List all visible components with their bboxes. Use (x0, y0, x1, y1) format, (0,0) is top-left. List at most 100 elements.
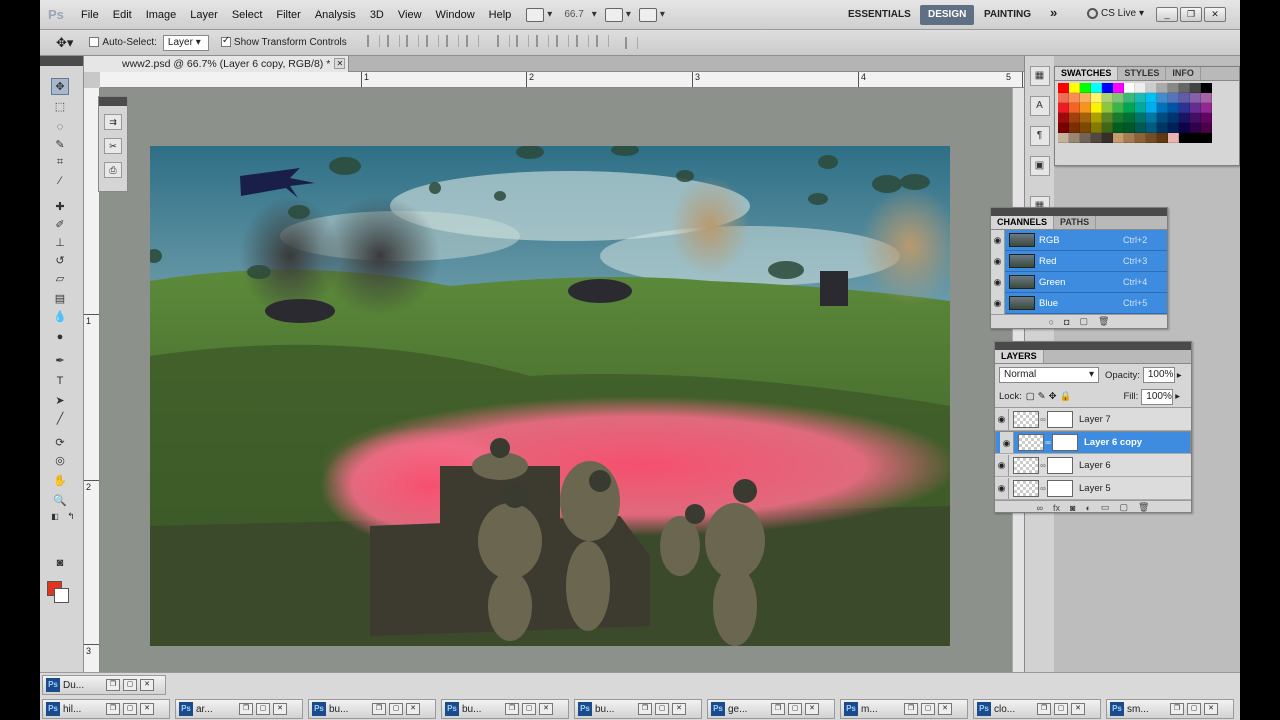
color-swatch[interactable] (1113, 93, 1124, 103)
align-vcenter-icon[interactable] (386, 35, 400, 47)
shape-tool-icon[interactable]: ╱ (51, 410, 69, 427)
workspace-essentials[interactable]: ESSENTIALS (840, 5, 919, 25)
channel-row-red[interactable]: ◉ Red Ctrl+3 (991, 250, 1167, 272)
channel-row-rgb[interactable]: ◉ RGB Ctrl+2 (991, 229, 1167, 251)
color-swatch[interactable] (1201, 123, 1212, 133)
align-bottom-icon[interactable] (406, 35, 420, 47)
artwork-image[interactable] (150, 146, 950, 646)
fx-icon[interactable]: fx (1053, 503, 1060, 513)
restore-icon[interactable]: ❐ (638, 703, 652, 715)
close-tab-icon[interactable]: ✕ (334, 58, 346, 69)
restore-icon[interactable]: ❐ (106, 679, 120, 691)
align-right-icon[interactable] (465, 35, 479, 47)
tab-paths[interactable]: PATHS (1054, 216, 1097, 229)
brush-preset-icon[interactable]: ✂ (104, 138, 122, 154)
type-tool-icon[interactable]: T (51, 372, 69, 389)
color-swatch[interactable] (1058, 113, 1069, 123)
restore-icon[interactable]: ❐ (106, 703, 120, 715)
maximize-icon[interactable]: ▢ (123, 679, 137, 691)
taskbar-window[interactable]: Ps ge... ❐ ▢ ✕ (707, 699, 835, 719)
pen-tool-icon[interactable]: ✒ (51, 352, 69, 369)
dodge-tool-icon[interactable]: ● (51, 328, 69, 345)
tab-styles[interactable]: STYLES (1118, 67, 1167, 80)
align-top-icon[interactable] (366, 35, 380, 47)
color-swatch[interactable] (1179, 123, 1190, 133)
menu-filter[interactable]: Filter (269, 9, 307, 21)
color-swatch[interactable] (1146, 123, 1157, 133)
color-swatch[interactable] (1135, 103, 1146, 113)
layer-row-layer-7[interactable]: ◉ ∞ Layer 7 (995, 408, 1191, 431)
color-swatch[interactable] (1190, 123, 1201, 133)
menu-select[interactable]: Select (225, 9, 270, 21)
taskbar-window[interactable]: Ps sm... ❐ ▢ ✕ (1106, 699, 1234, 719)
fill-input[interactable]: 100% (1141, 388, 1174, 405)
visibility-eye-icon[interactable]: ◉ (995, 477, 1009, 499)
color-swatch[interactable] (1146, 103, 1157, 113)
color-swatch[interactable] (1113, 133, 1124, 143)
color-swatch[interactable] (1146, 83, 1157, 93)
taskbar-window[interactable]: Ps bu... ❐ ▢ ✕ (574, 699, 702, 719)
tab-info[interactable]: INFO (1166, 67, 1201, 80)
color-swatch[interactable] (1157, 123, 1168, 133)
menu-3d[interactable]: 3D (363, 9, 391, 21)
color-swatch[interactable] (1058, 93, 1069, 103)
maximize-icon[interactable]: ▢ (1054, 703, 1068, 715)
color-swatch[interactable] (1080, 113, 1091, 123)
layer-row-layer-6[interactable]: ◉ ∞ Layer 6 (995, 454, 1191, 477)
auto-select-checkbox[interactable] (89, 36, 102, 49)
color-swatch[interactable] (1102, 113, 1113, 123)
color-swatch[interactable] (1201, 103, 1212, 113)
history-brush-tool-icon[interactable]: ↺ (51, 252, 69, 269)
distribute-bottom-icon[interactable] (536, 35, 550, 47)
taskbar-window[interactable]: Ps bu... ❐ ▢ ✕ (441, 699, 569, 719)
visibility-eye-icon[interactable]: ◉ (991, 271, 1005, 293)
tab-layers[interactable]: LAYERS (995, 350, 1044, 363)
maximize-icon[interactable]: ▢ (921, 703, 935, 715)
restore-icon[interactable]: ❐ (372, 703, 386, 715)
restore-icon[interactable]: ❐ (505, 703, 519, 715)
close-icon[interactable]: ✕ (1071, 703, 1085, 715)
zoom-level[interactable]: 66.7 (564, 9, 583, 20)
color-swatch[interactable] (1135, 113, 1146, 123)
taskbar-window[interactable]: Ps Du... ❐ ▢ ✕ (42, 675, 166, 695)
more-workspaces-icon[interactable]: » (1042, 3, 1065, 23)
opacity-input[interactable]: 100% (1142, 367, 1175, 383)
menu-help[interactable]: Help (482, 9, 519, 21)
healing-brush-tool-icon[interactable]: ✚ (51, 198, 69, 215)
color-swatch[interactable] (1168, 133, 1179, 143)
minimize-button[interactable]: _ (1156, 7, 1178, 22)
save-selection-icon[interactable]: ◘ (1064, 317, 1069, 327)
color-swatch[interactable] (1080, 83, 1091, 93)
color-swatch[interactable] (1179, 83, 1190, 93)
styles-panel-icon[interactable]: ▣ (1029, 156, 1050, 176)
color-swatch[interactable] (1190, 93, 1201, 103)
color-swatch[interactable] (1179, 133, 1190, 143)
close-icon[interactable]: ✕ (140, 679, 154, 691)
menu-view[interactable]: View (391, 9, 429, 21)
color-swatch[interactable] (1058, 103, 1069, 113)
color-swatch[interactable] (1091, 83, 1102, 93)
lock-transparent-icon[interactable]: ▢ (1026, 391, 1035, 402)
layers-panel-header[interactable] (995, 342, 1191, 350)
visibility-eye-icon[interactable]: ◉ (991, 229, 1005, 251)
screen-mode-button[interactable]: ▾ (638, 7, 665, 22)
history-panel-icon[interactable]: ▦ (1029, 66, 1050, 86)
blend-mode-dropdown[interactable]: Normal ▾ (999, 367, 1099, 383)
channel-row-blue[interactable]: ◉ Blue Ctrl+5 (991, 292, 1167, 314)
color-swatch[interactable] (1058, 133, 1069, 143)
delete-layer-icon[interactable]: 🗑 (1138, 502, 1149, 513)
color-swatch[interactable] (1168, 113, 1179, 123)
color-swatch[interactable] (1135, 93, 1146, 103)
visibility-eye-icon[interactable]: ◉ (995, 408, 1009, 430)
load-selection-icon[interactable]: ○ (1049, 317, 1054, 327)
channels-panel-header[interactable] (991, 208, 1167, 216)
restore-icon[interactable]: ❐ (1037, 703, 1051, 715)
marquee-tool-icon[interactable]: ⬚ (51, 98, 69, 115)
color-swatch[interactable] (1080, 123, 1091, 133)
distribute-hcenter-icon[interactable] (575, 35, 589, 47)
color-swatch[interactable] (1179, 113, 1190, 123)
color-swatch[interactable] (1146, 93, 1157, 103)
color-swatch[interactable] (1080, 133, 1091, 143)
color-swatch[interactable] (1091, 93, 1102, 103)
taskbar-window[interactable]: Ps hil... ❐ ▢ ✕ (42, 699, 170, 719)
